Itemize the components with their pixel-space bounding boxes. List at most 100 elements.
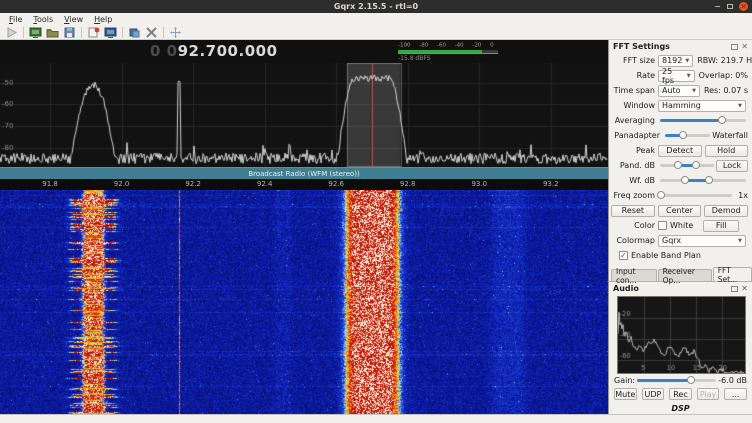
meter-tick-label: -20 <box>472 42 481 48</box>
colormap-value: Gqrx <box>662 236 681 245</box>
meter-scale: -100-80-60-40-200 <box>398 42 494 48</box>
frequency-tick-label: 93.0 <box>471 180 487 188</box>
reset-button[interactable]: Reset <box>611 205 655 217</box>
minimize-icon[interactable]: − <box>714 3 721 11</box>
chevron-down-icon: ▼ <box>689 88 696 94</box>
freq-zoom-value: 1x <box>738 191 748 200</box>
panadapter-plot-canvas[interactable] <box>0 63 608 167</box>
frequency-leading-zeros: 0 0 <box>150 42 178 60</box>
fft-settings-dock-title[interactable]: FFT Settings ✕ <box>609 40 752 53</box>
udp-button[interactable]: UDP <box>642 388 665 400</box>
toolbar-separator <box>81 27 82 38</box>
play-button[interactable]: Play <box>697 388 720 400</box>
tools-icon[interactable] <box>144 26 159 39</box>
colormap-label: Colormap <box>611 236 658 245</box>
pandapter-db-range-slider[interactable] <box>660 160 714 171</box>
demod-button[interactable]: Demod <box>704 205 748 217</box>
fill-button[interactable]: Fill <box>703 220 739 232</box>
start-dsp-icon[interactable] <box>4 26 19 39</box>
waterfall-label: Waterfall <box>712 131 748 140</box>
frequency-tick-label: 91.8 <box>42 180 58 188</box>
rate-value: 25 fps <box>662 67 684 85</box>
float-icon[interactable] <box>731 44 738 50</box>
close-icon[interactable]: ✕ <box>739 2 748 11</box>
toolbar-separator <box>163 27 164 38</box>
enable-band-plan-checkbox[interactable] <box>619 251 628 260</box>
save-icon[interactable] <box>62 26 77 39</box>
frequency-strip: 0 092.700.000 -100-80-60-40-200 -15.8 dB… <box>0 40 608 63</box>
color-label: Color <box>611 221 658 230</box>
meter-fill <box>398 50 482 53</box>
window-icon[interactable] <box>127 26 142 39</box>
gqrx-window: Gqrx 2.15.5 - rtl=0 − ✕ File Tools View … <box>0 0 752 423</box>
meter-tick-label: -80 <box>419 42 428 48</box>
gain-slider[interactable] <box>637 375 716 386</box>
fft-size-select[interactable]: 8192▼ <box>658 55 693 67</box>
freq-zoom-slider[interactable] <box>660 190 732 201</box>
more-button[interactable]: ... <box>724 388 747 400</box>
tab-receiver-options[interactable]: Receiver Op... <box>658 269 712 281</box>
float-icon[interactable] <box>731 286 738 292</box>
chevron-down-icon: ▼ <box>682 58 689 64</box>
meter-tick-label: -100 <box>398 42 411 48</box>
menu-view[interactable]: View <box>60 15 87 24</box>
audio-dock-title[interactable]: Audio ✕ <box>609 282 752 295</box>
close-icon[interactable]: ✕ <box>741 43 748 51</box>
waterfall-db-range-slider[interactable] <box>660 175 746 186</box>
open-folder-icon[interactable] <box>45 26 60 39</box>
waterfall-canvas[interactable] <box>0 190 608 414</box>
toolbar-separator <box>23 27 24 38</box>
frequency-tick-label: 92.6 <box>328 180 344 188</box>
fft-settings-title: FFT Settings <box>613 42 670 51</box>
menu-bar: File Tools View Help <box>0 13 752 26</box>
chevron-down-icon: ▼ <box>684 73 691 79</box>
menu-help[interactable]: Help <box>90 15 116 24</box>
display-icon[interactable] <box>103 26 118 39</box>
timespan-label: Time span <box>611 86 658 95</box>
dsp-button[interactable]: DSP <box>609 402 752 414</box>
timespan-select[interactable]: Auto ▼ <box>658 85 700 97</box>
window-select[interactable]: Hamming▼ <box>658 100 746 112</box>
chevron-down-icon: ▼ <box>735 103 742 109</box>
colormap-select[interactable]: Gqrx ▼ <box>658 235 746 247</box>
freq-zoom-label: Freq zoom <box>611 191 658 200</box>
bookmark-icon[interactable] <box>86 26 101 39</box>
center-button[interactable]: Center <box>658 205 702 217</box>
pan-waterfall-split-slider[interactable] <box>665 130 710 141</box>
rate-select[interactable]: 25 fps▼ <box>658 70 695 82</box>
averaging-label: Averaging <box>611 116 658 125</box>
peak-hold-button[interactable]: Hold <box>705 145 749 157</box>
rec-button[interactable]: Rec <box>669 388 692 400</box>
toolbar-separator <box>122 27 123 38</box>
chevron-down-icon: ▼ <box>735 238 742 244</box>
gain-value: -6.0 dB <box>718 376 747 385</box>
enable-band-plan-label: Enable Band Plan <box>631 251 701 260</box>
frequency-scale[interactable]: 91.892.092.292.492.692.893.093.2 <box>0 179 608 190</box>
meter-value: -15.8 dBFS <box>398 55 498 62</box>
lock-button[interactable]: Lock <box>716 160 748 172</box>
toolbar <box>0 26 752 40</box>
mute-button[interactable]: Mute <box>614 388 637 400</box>
meter-tick-label: -40 <box>455 42 464 48</box>
res-value: Res: 0.07 s <box>704 86 748 95</box>
white-label: White <box>670 221 693 230</box>
window-controls: − ✕ <box>714 0 748 13</box>
frequency-tick-label: 93.2 <box>543 180 559 188</box>
close-icon[interactable]: ✕ <box>741 285 748 293</box>
menu-file[interactable]: File <box>5 15 26 24</box>
averaging-slider[interactable] <box>660 115 746 126</box>
peak-detect-button[interactable]: Detect <box>658 145 702 157</box>
band-plan-bar[interactable]: Broadcast Radio (WFM (stereo)) <box>0 167 608 179</box>
restore-icon[interactable] <box>727 4 733 9</box>
timespan-value: Auto <box>662 86 681 95</box>
fft-size-value: 8192 <box>662 56 682 65</box>
tab-fft-settings[interactable]: FFT Set... <box>713 267 752 281</box>
center-icon[interactable] <box>168 26 183 39</box>
tab-input-controls[interactable]: Input con... <box>611 269 657 281</box>
white-checkbox[interactable] <box>658 221 667 230</box>
title-bar[interactable]: Gqrx 2.15.5 - rtl=0 − ✕ <box>0 0 752 13</box>
iq-display-icon[interactable] <box>28 26 43 39</box>
menu-tools[interactable]: Tools <box>29 15 57 24</box>
gain-label: Gain: <box>614 376 635 385</box>
frequency-display[interactable]: 0 092.700.000 <box>150 42 278 60</box>
